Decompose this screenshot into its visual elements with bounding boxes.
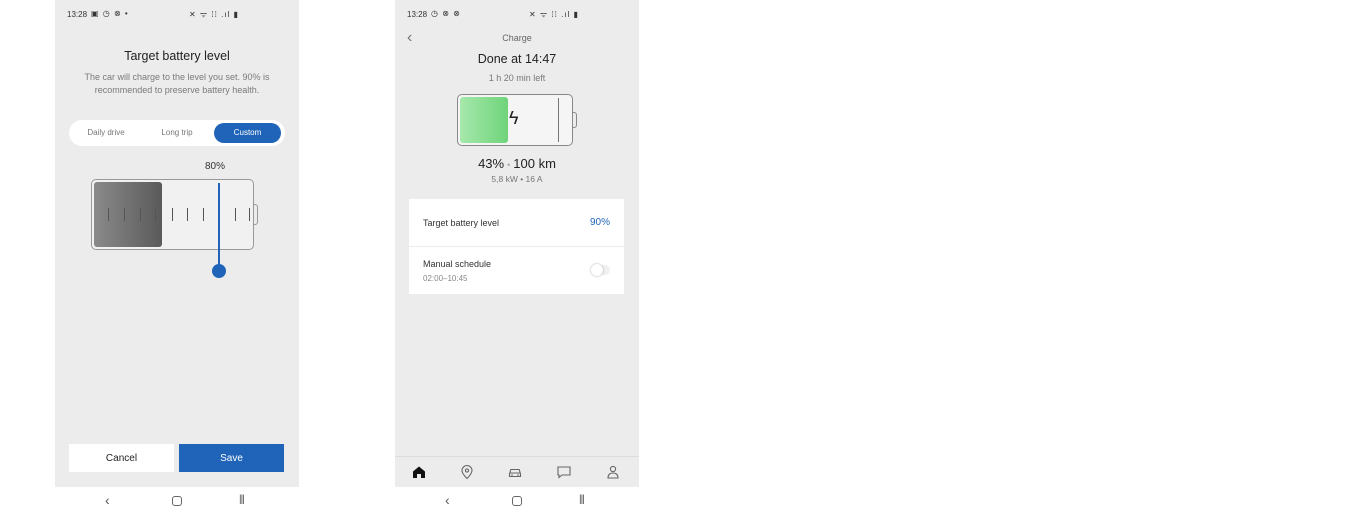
schedule-toggle[interactable] [591,264,610,276]
schedule-time: 02:00–10:45 [423,274,468,283]
battery-tick [172,208,173,221]
battery-percent: 43% [478,156,505,171]
notification-icons: ◷ ⊗ ⊗ [431,9,461,18]
battery-tick [203,208,204,221]
status-bar: 13:28 ▣ ◷ ⊗ • ✕ ᯤ ⁞⁞ .ıl ▮ [55,0,299,28]
nav-home-icon[interactable] [512,496,522,506]
battery-tip [573,112,577,128]
manual-schedule-row: Manual schedule 02:00–10:45 [409,247,624,294]
save-button[interactable]: Save [179,444,284,472]
page-title: Target battery level [124,49,230,63]
toggle-knob [591,264,603,276]
battery-tick [155,208,156,221]
system-icons: ✕ ᯤ ⁞⁞ .ıl ▮ [189,10,239,19]
schedule-label: Manual schedule [423,259,492,269]
cancel-button[interactable]: Cancel [69,444,174,472]
bottom-tab-bar [395,456,639,487]
system-nav-bar: ‹ ||| [395,487,639,515]
nav-back-icon[interactable]: ‹ [105,492,110,508]
target-level-screen: 13:28 ▣ ◷ ⊗ • ✕ ᯤ ⁞⁞ .ıl ▮ Target batter… [55,0,299,515]
slider-value-label: 80% [205,161,226,172]
separator-dot: • [507,160,511,170]
battery-fill [460,97,508,143]
battery-tick [140,208,141,221]
battery-tick [187,208,188,221]
done-time: Done at 14:47 [477,52,557,66]
battery-tick [124,208,125,221]
nav-recent-icon[interactable]: ||| [239,494,245,505]
status-time: 13:28 [407,10,428,19]
battery-tick [235,208,236,221]
nav-home-icon[interactable] [172,496,182,506]
location-pin-icon[interactable] [459,464,477,480]
nav-back-icon[interactable]: ‹ [445,492,450,508]
segment-long-trip[interactable]: Long trip [143,123,211,143]
battery-tip [254,204,258,225]
target-value: 90% [589,217,610,228]
charge-power: 5,8 kW • 16 A [491,174,543,184]
segment-daily-drive[interactable]: Daily drive [73,123,139,143]
target-marker [558,98,559,142]
segment-custom[interactable]: Custom [214,123,281,143]
target-battery-level-row[interactable]: Target battery level 90% [409,199,624,246]
battery-tick [249,208,250,221]
charge-stats: 43% • 100 km [395,156,639,171]
preset-segmented-control: Daily drive Long trip Custom [69,120,285,146]
charging-bolt-icon: ϟ [509,108,519,128]
chat-icon[interactable] [556,464,574,480]
notification-icons: ▣ ◷ ⊗ • [91,9,129,18]
target-label: Target battery level [423,218,500,228]
system-icons: ✕ ᯤ ⁞⁞ .ıl ▮ [529,10,579,19]
charge-screen: 13:28 ◷ ⊗ ⊗ ✕ ᯤ ⁞⁞ .ıl ▮ ‹ Charge Done a… [395,0,639,515]
battery-tick [108,208,109,221]
range-value: 100 km [513,156,556,171]
system-nav-bar: ‹ ||| [55,487,299,515]
time-left: 1 h 20 min left [488,73,546,83]
car-icon[interactable] [507,464,525,480]
page-description: The car will charge to the level you set… [84,72,270,95]
page-title: Charge [502,33,532,43]
profile-icon[interactable] [605,464,623,480]
status-time: 13:28 [67,10,88,19]
status-bar: 13:28 ◷ ⊗ ⊗ ✕ ᯤ ⁞⁞ .ıl ▮ [395,0,639,28]
slider-track [218,183,220,270]
nav-recent-icon[interactable]: ||| [579,494,585,505]
home-icon[interactable] [411,464,429,480]
slider-handle[interactable] [212,264,226,278]
battery-fill [94,182,162,247]
